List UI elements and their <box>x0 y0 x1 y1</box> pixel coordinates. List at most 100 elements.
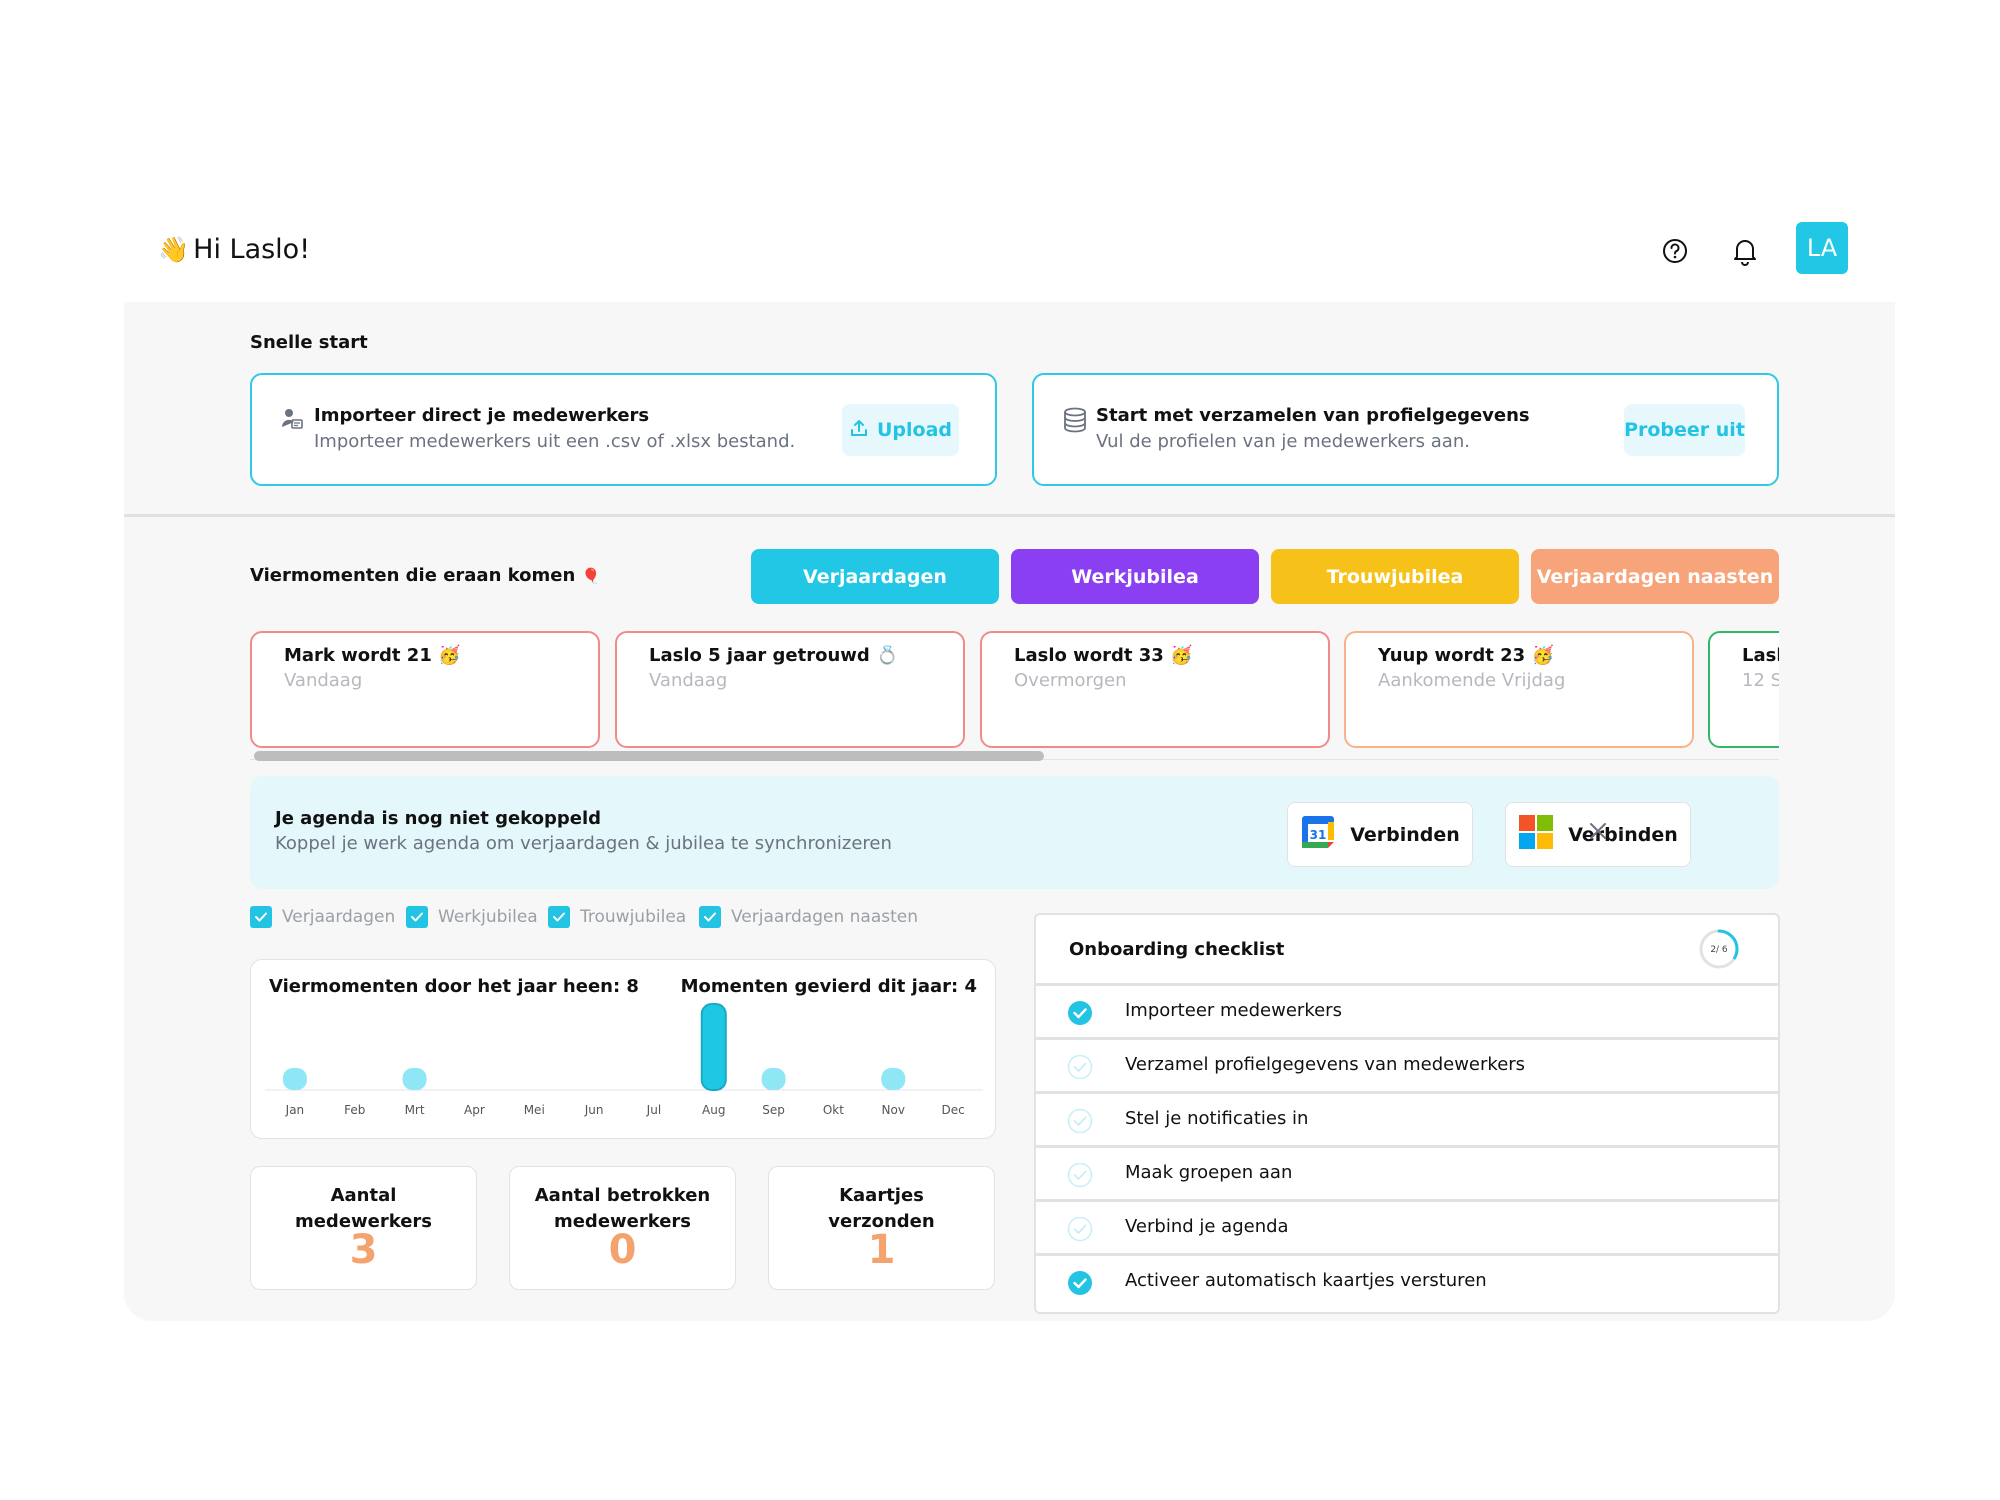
check-todo-icon[interactable] <box>1067 1108 1093 1134</box>
legend-label: Trouwjubilea <box>580 907 687 927</box>
moment-title: Laslo 5 jaar getrouwd 💍 <box>649 645 899 666</box>
checklist-item[interactable]: Stel je notificaties in <box>1036 1091 1778 1144</box>
x-tick-label: Dec <box>941 1103 964 1117</box>
app-window: 👋 Hi Laslo! LA Snelle start Importeer dir… <box>124 208 1895 1321</box>
stat-engaged-employees: Aantal betrokken medewerkers 0 <box>509 1166 736 1290</box>
progress-label: 2/ 6 <box>1710 945 1728 955</box>
user-import-icon <box>280 407 306 433</box>
moment-card[interactable]: Laslo 12 S <box>1708 631 1779 748</box>
bell-icon[interactable] <box>1725 231 1765 271</box>
legend-label: Verjaardagen naasten <box>731 907 919 927</box>
google-calendar-day: 31 <box>1310 828 1327 842</box>
checklist-item-label: Maak groepen aan <box>1125 1162 1293 1183</box>
checklist-item-label: Verzamel profielgegevens van medewerkers <box>1125 1054 1526 1075</box>
moment-date: Vandaag <box>284 670 363 691</box>
help-circle-icon[interactable] <box>1655 231 1695 271</box>
google-calendar-icon: 31 <box>1300 814 1336 855</box>
moments-title: Viermomenten die eraan komen 🎈 <box>250 565 600 586</box>
celebrated-count: Momenten gevierd dit jaar: 4 <box>680 976 977 997</box>
legend-item-verjaardagen-naasten[interactable]: Verjaardagen naasten <box>699 904 918 930</box>
avatar[interactable]: LA <box>1796 222 1848 274</box>
checklist-item[interactable]: Activeer automatisch kaartjes versturen <box>1036 1253 1778 1306</box>
moments-carousel: Mark wordt 21 🥳 Vandaag Laslo 5 jaar get… <box>250 621 1779 749</box>
upload-icon <box>849 418 869 443</box>
checkbox-checked-icon[interactable] <box>699 906 721 928</box>
filter-verjaardagen-button[interactable]: Verjaardagen <box>751 549 999 604</box>
banner-title: Je agenda is nog niet gekoppeld <box>275 808 602 829</box>
moment-card[interactable]: Laslo wordt 33 🥳 Overmorgen <box>980 631 1330 748</box>
stat-employees: Aantal medewerkers 3 <box>250 1166 477 1290</box>
filter-trouwjubilea-button[interactable]: Trouwjubilea <box>1271 549 1519 604</box>
x-tick-label: Jul <box>646 1103 661 1117</box>
legend-item-verjaardagen[interactable]: Verjaardagen <box>250 904 395 930</box>
x-tick-label: Mrt <box>405 1103 425 1117</box>
chart-bar-jan[interactable] <box>282 1068 307 1090</box>
moment-date: Aankomende Vrijdag <box>1378 670 1566 691</box>
filter-verjaardagen-naasten-button[interactable]: Verjaardagen naasten <box>1531 549 1779 604</box>
x-tick-label: Mei <box>524 1103 545 1117</box>
check-todo-icon[interactable] <box>1067 1162 1093 1188</box>
stat-cards-sent: Kaartjes verzonden 1 <box>768 1166 995 1290</box>
top-bar: 👋 Hi Laslo! LA <box>124 208 1895 302</box>
legend-label: Werkjubilea <box>438 907 538 927</box>
checklist-item[interactable]: Maak groepen aan <box>1036 1145 1778 1198</box>
chart-bar-aug[interactable] <box>700 1003 727 1091</box>
checklist-item-label: Verbind je agenda <box>1125 1216 1289 1237</box>
x-tick-label: Jun <box>584 1103 604 1117</box>
filter-werkjubilea-button[interactable]: Werkjubilea <box>1011 549 1259 604</box>
chart-bar-mrt[interactable] <box>402 1068 427 1090</box>
x-tick-label: Aug <box>702 1103 725 1117</box>
connect-google-button[interactable]: 31 Verbinden <box>1287 802 1473 867</box>
checklist-item-label: Activeer automatisch kaartjes versturen <box>1125 1270 1487 1291</box>
moment-card[interactable]: Laslo 5 jaar getrouwd 💍 Vandaag <box>615 631 965 748</box>
checklist-item[interactable]: Verzamel profielgegevens van medewerkers <box>1036 1037 1778 1090</box>
moments-title-text: Viermomenten die eraan komen <box>250 565 576 586</box>
chart-bar-nov[interactable] <box>881 1068 906 1090</box>
import-employees-card: Importeer direct je medewerkers Importee… <box>250 373 997 486</box>
checklist-item[interactable]: Verbind je agenda <box>1036 1199 1778 1252</box>
moment-card[interactable]: Yuup wordt 23 🥳 Aankomende Vrijdag <box>1344 631 1694 748</box>
legend-item-werkjubilea[interactable]: Werkjubilea <box>406 904 538 930</box>
scrollbar-thumb[interactable] <box>254 751 1044 761</box>
checkbox-checked-icon[interactable] <box>406 906 428 928</box>
google-connect-label: Verbinden <box>1350 823 1460 846</box>
upload-button[interactable]: Upload <box>842 404 959 456</box>
upload-label: Upload <box>876 419 953 441</box>
moment-title: Yuup wordt 23 🥳 <box>1378 645 1554 666</box>
close-icon[interactable] <box>1579 812 1617 850</box>
greeting-text: Hi Laslo! <box>193 234 311 265</box>
chart-bar-sep[interactable] <box>761 1068 786 1090</box>
balloon-icon: 🎈 <box>581 567 601 585</box>
moment-card[interactable]: Mark wordt 21 🥳 Vandaag <box>250 631 600 748</box>
profile-data-card: Start met verzamelen van profielgegevens… <box>1032 373 1779 486</box>
checkbox-checked-icon[interactable] <box>250 906 272 928</box>
check-todo-icon[interactable] <box>1067 1216 1093 1242</box>
stat-value: 0 <box>608 1227 637 1273</box>
profile-card-title: Start met verzamelen van profielgegevens <box>1096 405 1530 426</box>
carousel-scrollbar[interactable] <box>250 751 1779 761</box>
moment-date: 12 S <box>1742 670 1779 691</box>
section-divider <box>124 514 1895 517</box>
quick-start-title: Snelle start <box>250 332 368 353</box>
moment-title: Laslo wordt 33 🥳 <box>1014 645 1193 666</box>
moment-date: Vandaag <box>649 670 728 691</box>
moment-date: Overmorgen <box>1014 670 1127 691</box>
check-todo-icon[interactable] <box>1067 1054 1093 1080</box>
checklist-title: Onboarding checklist <box>1069 939 1285 960</box>
calendar-banner: Je agenda is nog niet gekoppeld Koppel j… <box>250 776 1779 889</box>
checkbox-checked-icon[interactable] <box>548 906 570 928</box>
check-done-icon[interactable] <box>1067 1270 1093 1296</box>
x-tick-label: Feb <box>344 1103 365 1117</box>
profile-card-subtitle: Vul de profielen van je medewerkers aan. <box>1096 431 1470 452</box>
onboarding-checklist: Onboarding checklist 2/ 6 Importeer mede… <box>1034 913 1780 1314</box>
greeting: 👋 Hi Laslo! <box>158 230 310 270</box>
try-it-button[interactable]: Probeer uit <box>1624 404 1745 456</box>
moments-chart-card: Jan Feb Mrt Apr Mei Jun Jul Aug Sep Okt Nov Dec Vie… <box>250 959 996 1139</box>
check-done-icon[interactable] <box>1067 1000 1093 1026</box>
progress-ring: 2/ 6 <box>1699 929 1739 969</box>
checklist-item[interactable]: Importeer medewerkers <box>1036 983 1778 1036</box>
legend-item-trouwjubilea[interactable]: Trouwjubilea <box>548 904 686 930</box>
moment-title: Mark wordt 21 🥳 <box>284 645 461 666</box>
checklist-item-label: Stel je notificaties in <box>1125 1108 1309 1129</box>
checklist-item-label: Importeer medewerkers <box>1125 1000 1342 1021</box>
